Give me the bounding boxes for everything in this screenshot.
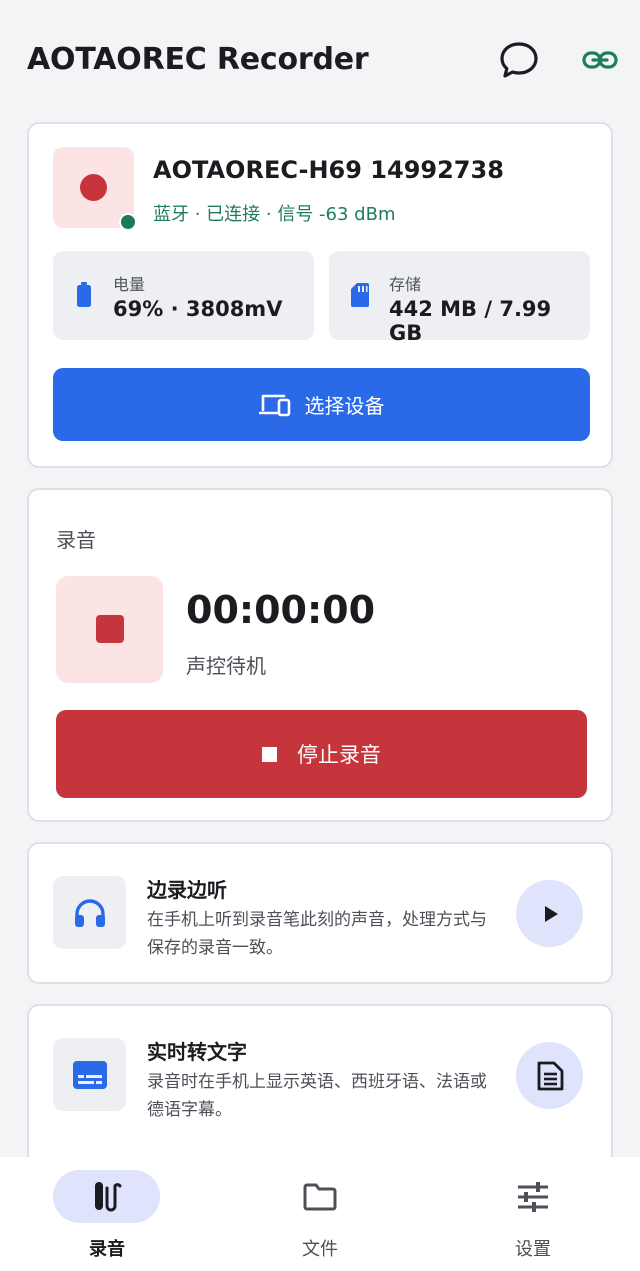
storage-stat: 存储 442 MB / 7.99 GB — [329, 251, 590, 345]
nav-active-pill — [53, 1170, 160, 1223]
nav-pill — [479, 1170, 586, 1223]
recording-section-title: 录音 — [56, 528, 96, 552]
storage-value: 442 MB / 7.99 GB — [389, 297, 552, 345]
battery-stat: 电量 69% · 3808mV — [53, 251, 314, 340]
connected-indicator — [119, 213, 137, 231]
live-transcription-title: 实时转文字 — [147, 1040, 247, 1064]
headphones-icon — [74, 898, 105, 927]
device-card: AOTAOREC-H69 14992738 蓝牙 · 已连接 · 信号 -63 … — [27, 122, 613, 468]
subtitles-icon — [72, 1060, 107, 1089]
device-name: AOTAOREC-H69 14992738 — [153, 156, 504, 184]
record-dot-icon — [80, 174, 107, 201]
live-transcription-description: 录音时在手机上显示英语、西班牙语、法语或德语字幕。 — [147, 1072, 487, 1120]
recording-card: 录音 00:00:00 声控待机 停止录音 — [27, 488, 613, 822]
stop-square-icon — [96, 615, 124, 643]
recording-indicator — [56, 576, 163, 683]
live-listen-play-button[interactable] — [516, 880, 583, 947]
bottom-navigation: 录音 文件 设置 — [0, 1157, 640, 1271]
storage-label: 存储 — [389, 275, 422, 294]
battery-label: 电量 — [113, 275, 146, 294]
device-connection-status: 蓝牙 · 已连接 · 信号 -63 dBm — [153, 204, 396, 225]
play-icon — [544, 905, 558, 922]
feature-icon-box — [53, 1038, 126, 1111]
recording-status: 声控待机 — [186, 654, 266, 678]
sd-card-icon — [351, 283, 369, 307]
nav-tab-record[interactable]: 录音 — [0, 1157, 214, 1271]
document-icon — [537, 1061, 563, 1090]
nav-label-settings: 设置 — [515, 1239, 551, 1260]
nav-tab-settings[interactable]: 设置 — [426, 1157, 640, 1271]
chat-bubble-icon[interactable] — [497, 38, 541, 82]
live-listen-description: 在手机上听到录音笔此刻的声音，处理方式与保存的录音一致。 — [147, 910, 487, 958]
folder-icon — [303, 1183, 336, 1210]
battery-value: 69% · 3808mV — [113, 297, 283, 321]
nav-tab-files[interactable]: 文件 — [213, 1157, 427, 1271]
battery-icon — [77, 282, 91, 307]
stop-icon — [262, 746, 277, 762]
live-transcription-button[interactable] — [516, 1042, 583, 1109]
recording-timer: 00:00:00 — [186, 588, 376, 632]
devices-icon — [258, 394, 290, 416]
nav-label-files: 文件 — [302, 1239, 338, 1260]
stop-recording-button[interactable]: 停止录音 — [56, 710, 587, 798]
feature-icon-box — [53, 876, 126, 949]
link-icon[interactable] — [578, 38, 622, 82]
sliders-icon — [517, 1181, 548, 1212]
stop-recording-label: 停止录音 — [297, 743, 381, 767]
app-bar: AOTAOREC Recorder — [0, 0, 640, 122]
live-listen-title: 边录边听 — [147, 878, 227, 902]
live-listen-card[interactable]: 边录边听 在手机上听到录音笔此刻的声音，处理方式与保存的录音一致。 — [27, 842, 613, 984]
select-device-label: 选择设备 — [304, 394, 385, 418]
nav-label-record: 录音 — [89, 1239, 125, 1260]
nav-pill — [266, 1170, 373, 1223]
device-avatar — [53, 147, 137, 231]
select-device-button[interactable]: 选择设备 — [53, 368, 590, 441]
app-title: AOTAOREC Recorder — [27, 42, 369, 77]
pen-recorder-icon — [94, 1181, 121, 1211]
